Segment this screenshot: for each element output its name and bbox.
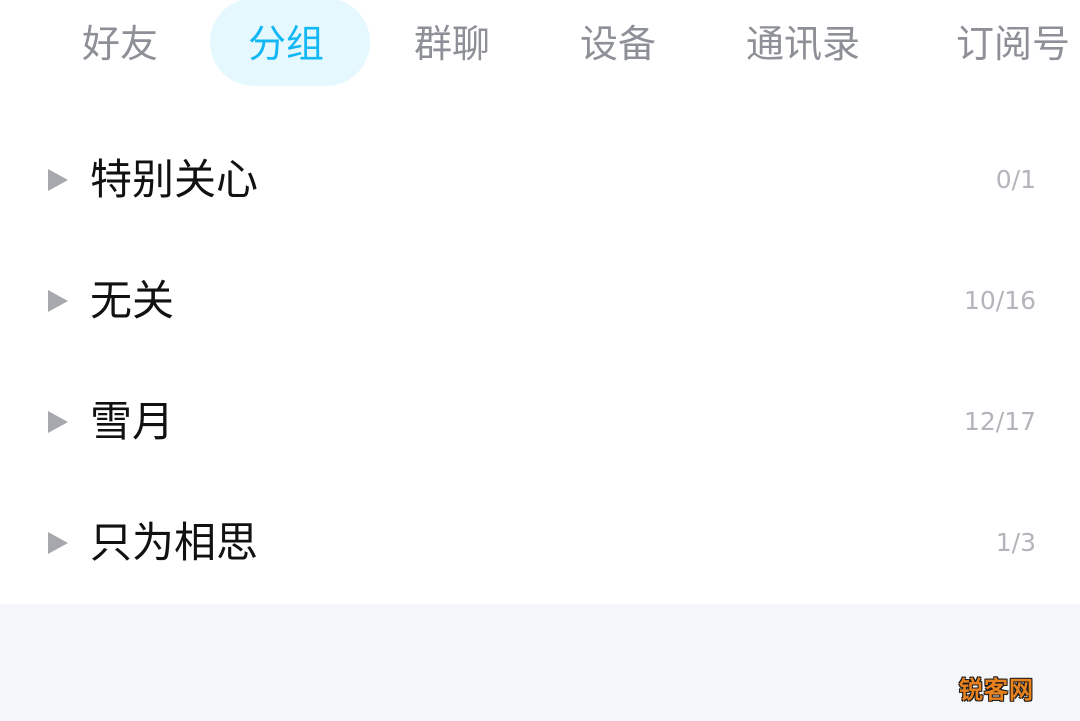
group-online-count: 1/3 (995, 528, 1036, 557)
group-online-count: 10/16 (963, 286, 1036, 315)
caret-right-icon (48, 411, 68, 433)
tab-address-book[interactable]: 通讯录 (746, 0, 860, 88)
site-watermark: 锐客网 (959, 676, 1034, 704)
group-row-longing[interactable]: 只为相思 1/3 (0, 483, 1080, 604)
group-row-unrelated[interactable]: 无关 10/16 (0, 241, 1080, 362)
empty-list-background: 锐客网 (0, 604, 1080, 721)
tab-subscriptions[interactable]: 订阅号 (956, 0, 1070, 88)
group-row-snow-moon[interactable]: 雪月 12/17 (0, 362, 1080, 483)
tab-friends[interactable]: 好友 (82, 0, 158, 88)
tab-group-chats[interactable]: 群聊 (414, 0, 490, 88)
contacts-tab-bar: 好友 分组 群聊 设备 通讯录 订阅号 (0, 0, 1080, 92)
group-name: 只为相思 (90, 518, 259, 567)
tab-devices[interactable]: 设备 (580, 0, 656, 88)
group-name: 雪月 (90, 397, 175, 446)
group-name: 特别关心 (90, 155, 259, 204)
caret-right-icon (48, 290, 68, 312)
caret-right-icon (48, 169, 68, 191)
caret-right-icon (48, 532, 68, 554)
group-online-count: 0/1 (995, 165, 1036, 194)
group-online-count: 12/17 (963, 407, 1036, 436)
group-name: 无关 (90, 276, 175, 325)
tab-groups[interactable]: 分组 (248, 0, 324, 88)
group-list: 特别关心 0/1 无关 10/16 雪月 12/17 只为相思 1/3 (0, 120, 1080, 604)
group-row-special-care[interactable]: 特别关心 0/1 (0, 120, 1080, 241)
